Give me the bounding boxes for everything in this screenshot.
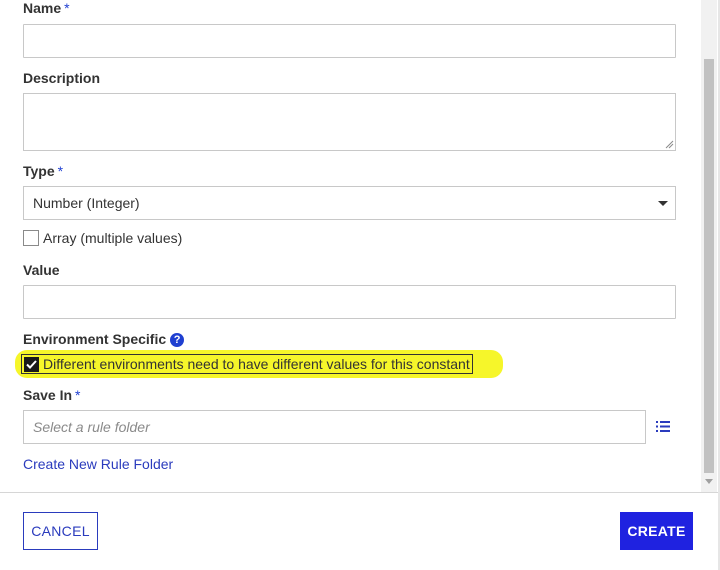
environment-label-text: Environment Specific (23, 331, 167, 347)
type-select[interactable]: Number (Integer) (23, 186, 676, 220)
type-label: Type * (23, 163, 63, 179)
required-mark: * (57, 163, 64, 179)
environment-label: Environment Specific? (23, 331, 185, 347)
description-textarea[interactable] (23, 93, 676, 151)
array-checkbox[interactable] (23, 230, 39, 246)
resize-grip-icon[interactable] (665, 140, 674, 149)
create-rule-folder-link[interactable]: Create New Rule Folder (23, 456, 173, 472)
scroll-down-arrow-icon[interactable] (705, 479, 713, 484)
environment-checkbox[interactable] (24, 356, 39, 372)
save-in-label-text: Save In (23, 387, 73, 403)
rule-folder-placeholder: Select a rule folder (33, 419, 150, 435)
name-label-text: Name (23, 0, 62, 16)
type-select-value: Number (Integer) (33, 195, 140, 211)
type-label-text: Type (23, 163, 55, 179)
cancel-button[interactable]: CANCEL (23, 512, 98, 550)
environment-checkbox-label: Different environments need to have diff… (43, 356, 470, 372)
save-in-label: Save In * (23, 387, 80, 403)
name-label: Name * (23, 0, 70, 16)
dialog-form: Name * Description Type * Number (Integer)… (0, 0, 701, 492)
description-label: Description (23, 70, 101, 86)
caret-down-icon (658, 201, 668, 206)
create-button[interactable]: CREATE (620, 512, 693, 550)
value-input[interactable] (23, 285, 676, 319)
list-icon[interactable] (656, 420, 670, 433)
environment-checkbox-row[interactable]: Different environments need to have diff… (21, 354, 473, 374)
checkmark-icon (26, 359, 37, 369)
help-circle-icon[interactable]: ? (170, 333, 185, 347)
required-mark: * (64, 0, 70, 16)
array-checkbox-row[interactable]: Array (multiple values) (23, 230, 182, 246)
rule-folder-input[interactable]: Select a rule folder (23, 410, 646, 444)
required-mark: * (75, 387, 81, 403)
name-input[interactable] (23, 24, 676, 58)
value-label: Value (23, 262, 60, 278)
dialog-footer: CANCEL CREATE (0, 492, 718, 570)
scrollbar[interactable] (701, 0, 717, 492)
array-checkbox-label: Array (multiple values) (43, 230, 183, 246)
scrollbar-thumb[interactable] (704, 59, 714, 473)
